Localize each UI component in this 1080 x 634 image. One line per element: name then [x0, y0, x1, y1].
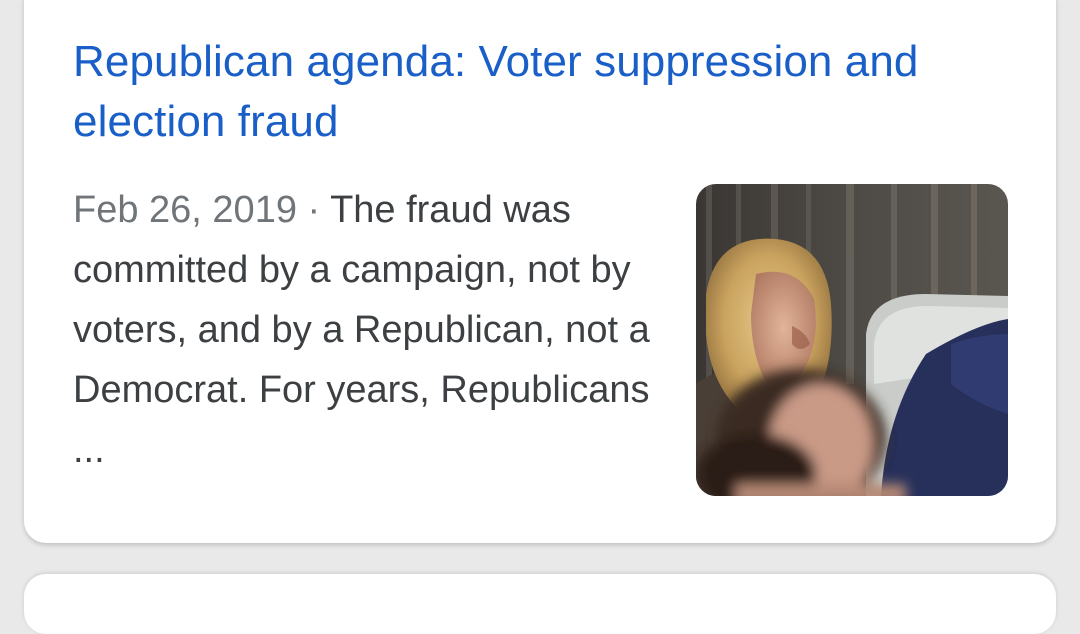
result-snippet: Feb 26, 2019 · The fraud was committed b… [73, 180, 663, 480]
result-date: Feb 26, 2019 [73, 189, 297, 231]
result-snippet-text: The fraud was committed by a campaign, n… [73, 189, 650, 471]
separator-dot: · [307, 189, 321, 231]
search-result-card: Republican agenda: Voter suppression and… [24, 0, 1056, 543]
result-thumbnail-image[interactable] [696, 184, 1008, 496]
result-title-link[interactable]: Republican agenda: Voter suppression and… [73, 32, 1003, 152]
next-result-card [24, 574, 1056, 634]
thumbnail-photo [696, 184, 1008, 496]
